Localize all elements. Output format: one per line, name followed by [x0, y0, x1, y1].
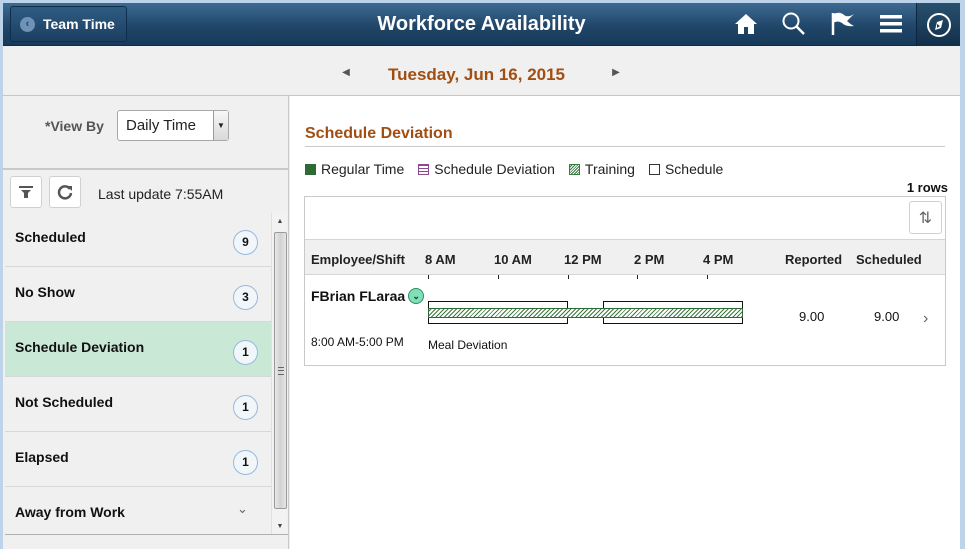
view-by-select[interactable]: Daily Time ▼ [117, 110, 229, 141]
view-by-label: *View By [45, 118, 104, 134]
schedule-swatch-icon [648, 163, 660, 175]
list-item-scheduled[interactable]: Scheduled 9 [5, 212, 271, 267]
last-update-text: Last update 7:55AM [98, 186, 224, 202]
tick-mark [428, 275, 429, 279]
list-toolbar: Last update 7:55AM [3, 168, 288, 210]
header-bar: ‹ Team Time Workforce Availability [3, 3, 960, 46]
tick-mark [568, 275, 569, 279]
column-header-scheduled[interactable]: Scheduled [856, 252, 922, 267]
flag-icon[interactable] [827, 9, 859, 39]
schedule-grid: ⇅ Employee/Shift 8 AM 10 AM 12 PM 2 PM 4… [304, 196, 946, 366]
reported-hours: 9.00 [799, 309, 825, 324]
refresh-icon [57, 185, 73, 200]
column-header-employee[interactable]: Employee/Shift [311, 252, 405, 267]
page-title: Workforce Availability [377, 13, 586, 35]
main-panel: Schedule Deviation Regular Time Schedule… [290, 96, 960, 549]
legend: Regular Time Schedule Deviation Training… [305, 161, 737, 177]
category-list: Scheduled 9 No Show 3 Schedule Deviation… [5, 212, 271, 534]
app-window: ‹ Team Time Workforce Availability ◀ Tue… [3, 3, 960, 549]
back-button[interactable]: ‹ Team Time [10, 6, 127, 42]
date-bar: ◀ Tuesday, Jun 16, 2015 ▶ [3, 47, 960, 96]
chevron-left-icon: ‹ [20, 16, 35, 32]
list-item-label: Not Scheduled [15, 394, 114, 410]
time-tick-label: 10 AM [494, 252, 532, 267]
filter-button[interactable] [10, 176, 42, 208]
legend-label: Schedule [664, 161, 724, 177]
chevron-down-icon[interactable]: ⌄ [237, 501, 248, 517]
menu-icon[interactable] [875, 9, 907, 39]
regular-time-swatch-icon [305, 163, 316, 175]
list-item-label: No Show [15, 284, 75, 300]
filter-icon [19, 186, 33, 198]
back-button-label: Team Time [43, 16, 115, 32]
list-item-away-from-work[interactable]: Away from Work ⌄ [5, 487, 271, 534]
count-badge: 1 [233, 450, 258, 475]
section-title: Schedule Deviation [305, 125, 453, 142]
tick-mark [637, 275, 638, 279]
employee-name-text: FBrian FLaraa [311, 288, 406, 304]
list-item-label: Scheduled [15, 229, 86, 245]
schedule-deviation-swatch-icon [418, 163, 430, 175]
list-item-label: Away from Work [15, 504, 125, 520]
divider [5, 534, 288, 535]
scroll-up-arrow-icon[interactable]: ▲ [272, 213, 288, 229]
next-day-arrow-icon[interactable]: ▶ [609, 64, 623, 80]
legend-item-schedule: Schedule [648, 161, 724, 177]
grip-icon [278, 367, 284, 375]
list-item-schedule-deviation[interactable]: Schedule Deviation 1 [5, 322, 271, 377]
current-date: Tuesday, Jun 16, 2015 [388, 65, 566, 84]
legend-label: Regular Time [321, 161, 405, 177]
previous-day-arrow-icon[interactable]: ◀ [339, 64, 353, 80]
view-by-value: Daily Time [126, 117, 197, 134]
tick-mark [707, 275, 708, 279]
time-tick-label: 12 PM [564, 252, 602, 267]
legend-label: Schedule Deviation [434, 161, 555, 177]
list-item-label: Elapsed [15, 449, 69, 465]
column-header-reported[interactable]: Reported [785, 252, 842, 267]
left-panel: *View By Daily Time ▼ Last update 7:55AM… [3, 96, 289, 549]
time-tick-label: 2 PM [634, 252, 665, 267]
time-tick-label: 4 PM [703, 252, 734, 267]
sort-button[interactable]: ⇅ [909, 201, 942, 234]
legend-item-regular-time: Regular Time [305, 161, 404, 177]
deviation-note: Meal Deviation [428, 338, 508, 352]
refresh-button[interactable] [49, 176, 81, 208]
list-item-not-scheduled[interactable]: Not Scheduled 1 [5, 377, 271, 432]
count-badge: 1 [233, 340, 258, 365]
legend-label: Training [584, 161, 635, 177]
list-item-elapsed[interactable]: Elapsed 1 [5, 432, 271, 487]
legend-item-training: Training [568, 161, 635, 177]
home-icon[interactable] [730, 9, 762, 39]
count-badge: 1 [233, 395, 258, 420]
employee-name: FBrian FLaraa ⌄ [311, 288, 425, 304]
count-badge: 9 [233, 230, 258, 255]
scrollbar-thumb[interactable] [274, 232, 287, 509]
navbar-compass-icon [926, 12, 951, 37]
count-badge: 3 [233, 285, 258, 310]
chevron-right-icon[interactable]: › [923, 310, 928, 328]
tick-mark [498, 275, 499, 279]
legend-item-schedule-deviation: Schedule Deviation [418, 161, 555, 177]
training-bar [428, 308, 743, 318]
scheduled-hours: 9.00 [874, 309, 900, 324]
search-icon[interactable] [778, 9, 810, 39]
training-swatch-icon [568, 163, 580, 175]
chevron-down-icon[interactable]: ⌄ [408, 288, 425, 304]
time-tick-label: 8 AM [425, 252, 456, 267]
list-item-label: Schedule Deviation [15, 339, 145, 355]
sort-icon: ⇅ [918, 209, 933, 227]
row-count: 1 rows [906, 180, 948, 195]
dropdown-arrow-icon[interactable]: ▼ [213, 111, 228, 140]
navbar-button[interactable] [916, 3, 960, 46]
list-scrollbar[interactable]: ▲ ▼ [271, 213, 287, 534]
grid-header: Employee/Shift 8 AM 10 AM 12 PM 2 PM 4 P… [305, 239, 945, 275]
scroll-down-arrow-icon[interactable]: ▼ [272, 518, 288, 534]
list-item-no-show[interactable]: No Show 3 [5, 267, 271, 322]
shift-time: 8:00 AM-5:00 PM [311, 335, 404, 349]
divider [305, 146, 945, 147]
